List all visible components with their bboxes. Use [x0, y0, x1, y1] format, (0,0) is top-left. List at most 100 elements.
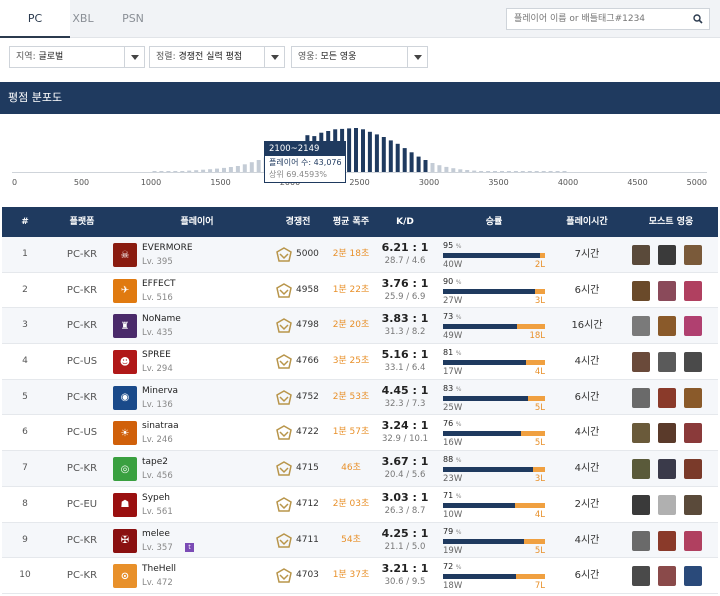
- hero-portrait[interactable]: [684, 387, 702, 408]
- distribution-bar[interactable]: [347, 128, 352, 172]
- distribution-bar[interactable]: [194, 170, 199, 172]
- distribution-bar[interactable]: [562, 171, 567, 172]
- hero-select[interactable]: 영웅: 모든 영웅: [291, 46, 428, 68]
- distribution-bar[interactable]: [479, 171, 484, 172]
- table-row[interactable]: 6 PC-US ☀ sinatraa Lv. 246 4722 1분 57초 3.24 : 1…: [2, 415, 718, 452]
- hero-portrait[interactable]: [658, 352, 676, 373]
- distribution-bar[interactable]: [409, 152, 414, 172]
- distribution-bar[interactable]: [444, 166, 449, 172]
- hero-portrait[interactable]: [632, 530, 650, 551]
- player-name[interactable]: EFFECT: [142, 278, 176, 290]
- distribution-bar[interactable]: [152, 171, 157, 172]
- distribution-bar[interactable]: [541, 171, 546, 172]
- avatar[interactable]: ☗: [113, 492, 137, 517]
- hero-portrait[interactable]: [658, 280, 676, 301]
- distribution-bar[interactable]: [486, 171, 491, 172]
- hero-portrait[interactable]: [658, 530, 676, 551]
- distribution-bar[interactable]: [520, 171, 525, 172]
- hero-portrait[interactable]: [684, 566, 702, 587]
- distribution-bar[interactable]: [534, 171, 539, 172]
- avatar[interactable]: ☠: [113, 243, 137, 267]
- distribution-bar[interactable]: [159, 171, 164, 172]
- hero-portrait[interactable]: [658, 245, 676, 265]
- player-name[interactable]: Sypeh: [142, 492, 170, 504]
- distribution-bar[interactable]: [361, 129, 365, 172]
- distribution-bar[interactable]: [513, 171, 518, 172]
- distribution-bar[interactable]: [208, 169, 213, 172]
- distribution-bar[interactable]: [235, 166, 240, 172]
- search-button[interactable]: [687, 9, 709, 29]
- hero-portrait[interactable]: [632, 352, 650, 373]
- distribution-bar[interactable]: [180, 171, 185, 172]
- hero-portrait[interactable]: [632, 494, 650, 515]
- distribution-bar[interactable]: [500, 171, 504, 172]
- distribution-bar[interactable]: [548, 171, 553, 172]
- table-row[interactable]: 10 PC-KR ⊙ TheHell Lv. 472 4703 1분 37초 3.21 : 1…: [2, 558, 718, 594]
- region-select[interactable]: 지역: 글로벌: [9, 46, 145, 68]
- distribution-bar[interactable]: [555, 171, 560, 172]
- table-row[interactable]: 2 PC-KR ✈ EFFECT Lv. 516 4958 1분 22초 3.76 : 1 25…: [2, 273, 718, 309]
- avatar[interactable]: ☀: [113, 421, 137, 446]
- hero-portrait[interactable]: [684, 280, 702, 301]
- search-input[interactable]: [507, 9, 685, 29]
- hero-portrait[interactable]: [632, 459, 650, 480]
- player-name[interactable]: Minerva: [142, 385, 178, 397]
- distribution-bar[interactable]: [201, 169, 206, 172]
- distribution-bar[interactable]: [437, 165, 442, 172]
- avatar[interactable]: ✠: [113, 528, 137, 553]
- distribution-bar[interactable]: [465, 170, 470, 172]
- player-name[interactable]: EVERMORE: [142, 242, 193, 254]
- hero-portrait[interactable]: [632, 245, 650, 265]
- hero-portrait[interactable]: [632, 423, 650, 444]
- hero-portrait[interactable]: [684, 245, 702, 265]
- distribution-bar[interactable]: [472, 170, 477, 172]
- hero-portrait[interactable]: [632, 316, 650, 337]
- table-row[interactable]: 4 PC-US ☻ SPREE Lv. 294 4766 3분 25초 5.16 : 1 33.…: [2, 344, 718, 380]
- table-row[interactable]: 7 PC-KR ◎ tape2 Lv. 456 4715 46초 3.67 : 1 20.4 /…: [2, 451, 718, 487]
- hero-portrait[interactable]: [658, 494, 676, 515]
- distribution-bar[interactable]: [493, 171, 497, 172]
- hero-portrait[interactable]: [684, 423, 702, 444]
- distribution-bar[interactable]: [242, 164, 247, 172]
- avatar[interactable]: ♜: [113, 314, 137, 339]
- avatar[interactable]: ◎: [113, 457, 137, 482]
- distribution-bar[interactable]: [395, 143, 400, 172]
- distribution-bar[interactable]: [249, 162, 254, 172]
- tab-psn[interactable]: PSN: [98, 0, 168, 38]
- distribution-bar[interactable]: [173, 171, 178, 172]
- distribution-bar[interactable]: [374, 134, 379, 172]
- player-name[interactable]: melee: [142, 528, 170, 540]
- twitch-icon[interactable]: t: [185, 542, 194, 552]
- player-name[interactable]: SPREE: [142, 349, 171, 361]
- distribution-bar[interactable]: [423, 160, 428, 172]
- hero-portrait[interactable]: [684, 494, 702, 515]
- hero-portrait[interactable]: [632, 387, 650, 408]
- distribution-bar[interactable]: [222, 167, 226, 172]
- avatar[interactable]: ◉: [113, 385, 137, 410]
- distribution-bar[interactable]: [381, 137, 386, 172]
- avatar[interactable]: ✈: [113, 278, 137, 303]
- player-name[interactable]: tape2: [142, 456, 168, 468]
- table-row[interactable]: 1 PC-KR ☠ EVERMORE Lv. 395 5000 2분 18초 6.21 : 1…: [2, 237, 718, 273]
- hero-portrait[interactable]: [658, 459, 676, 480]
- hero-portrait[interactable]: [684, 352, 702, 373]
- distribution-bar[interactable]: [430, 163, 435, 172]
- distribution-bar[interactable]: [506, 171, 511, 172]
- player-name[interactable]: NoName: [142, 313, 181, 325]
- player-name[interactable]: sinatraa: [142, 420, 179, 432]
- player-name[interactable]: TheHell: [142, 563, 176, 575]
- hero-portrait[interactable]: [632, 280, 650, 301]
- hero-portrait[interactable]: [658, 423, 676, 444]
- distribution-bar[interactable]: [367, 131, 372, 172]
- table-row[interactable]: 5 PC-KR ◉ Minerva Lv. 136 4752 2분 53초 4.45 : 13…: [2, 379, 718, 416]
- distribution-bar[interactable]: [527, 171, 532, 172]
- hero-portrait[interactable]: [684, 459, 702, 480]
- distribution-bar[interactable]: [458, 169, 463, 172]
- avatar[interactable]: ⊙: [113, 564, 137, 589]
- table-row[interactable]: 8 PC-EU ☗ Sypeh Lv. 561 4712 2분 03초 3.03 : 1 26.…: [2, 487, 718, 523]
- hero-portrait[interactable]: [684, 316, 702, 337]
- distribution-bar[interactable]: [228, 167, 233, 172]
- hero-portrait[interactable]: [658, 316, 676, 337]
- avatar[interactable]: ☻: [113, 350, 137, 375]
- distribution-bar[interactable]: [451, 168, 456, 172]
